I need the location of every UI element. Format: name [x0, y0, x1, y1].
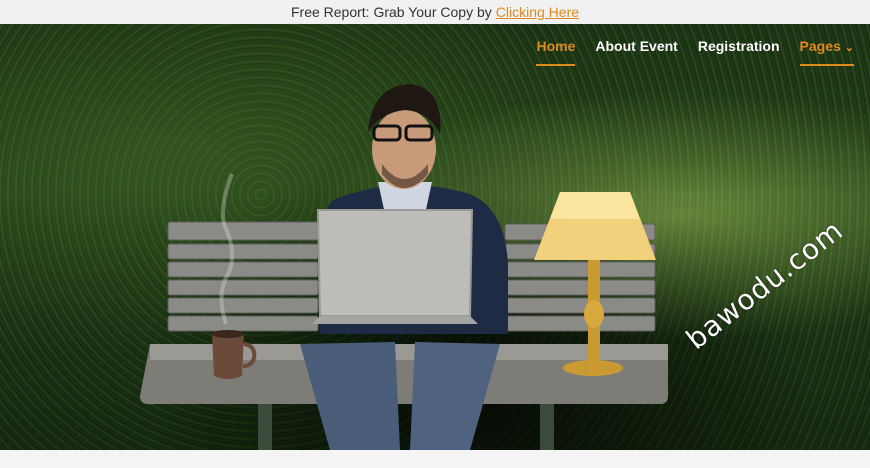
man-on-bench-laptop-image — [140, 84, 668, 450]
nav-item-label: Registration — [697, 38, 780, 54]
laptop — [316, 209, 474, 317]
laptop-base — [312, 316, 478, 324]
announcement-text: Free Report: Grab Your Copy by — [290, 4, 492, 20]
announcement-bar: Free Report: Grab Your Copy by Clicking … — [0, 0, 870, 24]
nav-item-pages[interactable]: Pages ⌄ — [799, 38, 855, 66]
lamp-base — [563, 360, 623, 376]
nav-item-home[interactable]: Home — [536, 38, 575, 66]
nav-item-label: Pages — [799, 38, 841, 54]
bench-leg — [258, 404, 272, 450]
main-nav: Home About Event Registration Pages ⌄ — [536, 38, 855, 66]
nav-item-about-event[interactable]: About Event — [595, 38, 677, 66]
nav-item-registration[interactable]: Registration — [698, 38, 780, 66]
coffee-mug — [212, 334, 244, 379]
man-leg-left — [300, 342, 400, 450]
announcement-link[interactable]: Clicking Here — [496, 4, 579, 20]
lamp-shade-highlight — [550, 192, 640, 219]
nav-item-label: Home — [536, 38, 576, 54]
coffee-mug-rim — [212, 330, 244, 338]
hero-banner: Home About Event Registration Pages ⌄ — [0, 24, 870, 450]
nav-item-label: About Event — [595, 38, 678, 54]
bench-leg — [540, 404, 554, 450]
chevron-down-icon: ⌄ — [844, 42, 854, 54]
lamp-stem-bulb — [584, 300, 604, 328]
page-bottom-strip — [0, 450, 870, 468]
man-head — [372, 109, 436, 189]
